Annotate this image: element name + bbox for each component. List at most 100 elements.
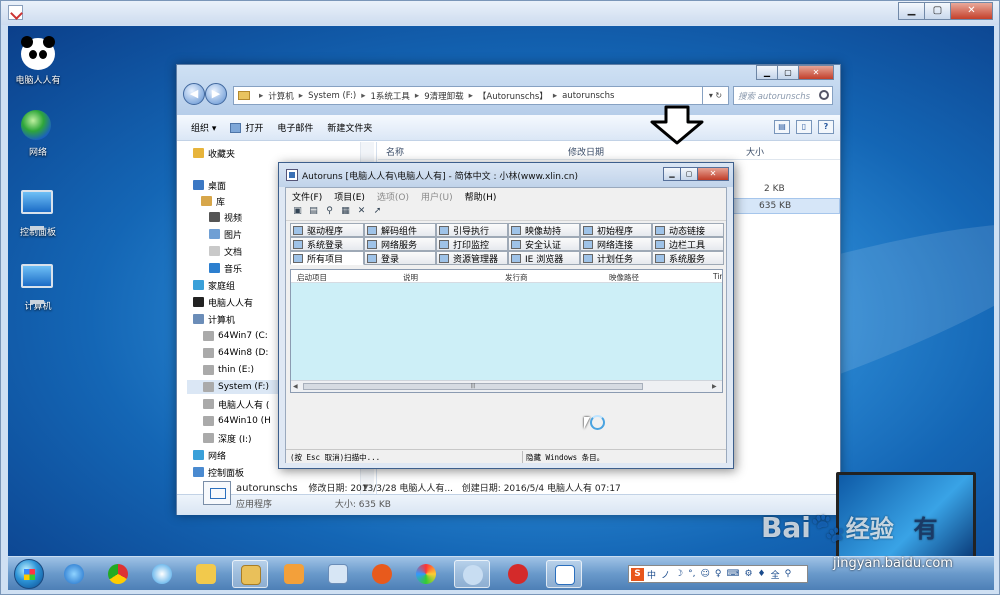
nav-item-user[interactable]: 电脑人人有 <box>193 295 253 309</box>
menu-options[interactable]: 选项(O) <box>371 188 415 203</box>
menu-file[interactable]: 文件(F) <box>286 188 328 203</box>
breadcrumb-computer[interactable]: 计算机 <box>268 90 294 102</box>
menu-entry[interactable]: 项目(E) <box>328 188 371 203</box>
ime-item[interactable]: ☽ <box>675 569 683 579</box>
desktop-icon-control-panel[interactable]: 控制面板 <box>8 190 68 238</box>
nav-item-drive-h[interactable]: 64Win10 (H <box>203 414 271 428</box>
nav-item-drive-g[interactable]: 电脑人人有 ( <box>203 397 269 411</box>
tab-codecs[interactable]: 解码组件 <box>364 223 436 237</box>
header-timestamp[interactable]: Tim <box>713 272 722 281</box>
forward-button[interactable]: ▶ <box>205 83 227 105</box>
search-input[interactable]: 搜索 autorunschs <box>733 86 833 105</box>
taskbar-media[interactable] <box>276 560 312 588</box>
header-autorun-entry[interactable]: 启动项目 <box>297 272 327 283</box>
ime-item[interactable]: ♦ <box>758 569 766 579</box>
nav-item-control-panel[interactable]: 控制面板 <box>193 465 244 479</box>
header-publisher[interactable]: 发行商 <box>505 272 528 283</box>
column-date[interactable]: 修改日期 <box>568 145 604 158</box>
tab-image-hijacks[interactable]: 映像劫持 <box>508 223 580 237</box>
tab-drivers[interactable]: 驱动程序 <box>290 223 364 237</box>
breadcrumb-autorunschs[interactable]: autorunschs <box>562 91 614 101</box>
ime-item[interactable]: 中 <box>647 568 656 581</box>
ime-item[interactable]: ⚲ <box>785 569 792 579</box>
tab-known-dlls[interactable]: 动态链接 <box>652 223 724 237</box>
find-icon[interactable]: ⚲ <box>324 206 335 217</box>
ime-item[interactable]: ⚙ <box>744 569 752 579</box>
back-button[interactable]: ◀ <box>183 83 205 105</box>
copy-icon[interactable]: ▤ <box>308 206 319 217</box>
taskbar-settings[interactable] <box>454 560 490 588</box>
breadcrumb-autorunschs-parent[interactable]: 【Autorunschs】 <box>478 90 548 102</box>
tab-explorer[interactable]: 资源管理器 <box>436 251 508 265</box>
header-image-path[interactable]: 映像路径 <box>609 272 639 283</box>
email-button[interactable]: 电子邮件 <box>277 121 313 134</box>
nav-item-drive-c[interactable]: 64Win7 (C: <box>203 329 268 343</box>
autoruns-maximize-button[interactable]: ▢ <box>680 167 698 181</box>
nav-item-desktop[interactable]: 桌面 <box>193 178 226 192</box>
new-folder-button[interactable]: 新建文件夹 <box>327 121 372 134</box>
nav-item-computer[interactable]: 计算机 <box>193 312 235 326</box>
breadcrumb-system[interactable]: System (F:) <box>308 91 356 101</box>
taskbar-explorer[interactable] <box>232 560 268 588</box>
tab-appinit[interactable]: 初始程序 <box>580 223 652 237</box>
explorer-minimize-button[interactable]: ▁ <box>756 65 778 80</box>
ime-item[interactable]: °, <box>688 569 695 579</box>
ime-item[interactable]: 全 <box>771 568 780 581</box>
menu-user[interactable]: 用户(U) <box>415 188 459 203</box>
column-size[interactable]: 大小 <box>746 145 764 158</box>
desktop-icon-diannao[interactable]: 电脑人人有 <box>8 36 68 86</box>
tab-sidebar-gadgets[interactable]: 边栏工具 <box>652 237 724 251</box>
desktop-icon-network[interactable]: 网络 <box>8 110 68 158</box>
nav-item-network[interactable]: 网络 <box>193 448 226 462</box>
tab-network-providers[interactable]: 网络连接 <box>580 237 652 251</box>
autoruns-minimize-button[interactable]: ▁ <box>663 167 681 181</box>
tab-winsock[interactable]: 网络服务 <box>364 237 436 251</box>
taskbar-autoruns[interactable] <box>546 560 582 588</box>
sogou-icon[interactable]: S <box>631 567 644 581</box>
start-button[interactable] <box>14 559 44 589</box>
address-refresh-button[interactable]: ▾ ↻ <box>703 86 729 105</box>
menu-help[interactable]: 帮助(H) <box>459 188 503 203</box>
nav-item-music[interactable]: 音乐 <box>209 261 242 275</box>
explorer-maximize-button[interactable]: ▢ <box>777 65 799 80</box>
tab-logon[interactable]: 登录 <box>364 251 436 265</box>
ime-item[interactable]: ♀ <box>715 569 722 579</box>
nav-item-drive-d[interactable]: 64Win8 (D: <box>203 346 268 360</box>
taskbar-ie[interactable] <box>56 560 92 588</box>
taskbar-paint[interactable] <box>408 560 444 588</box>
tab-print-monitors[interactable]: 打印监控 <box>436 237 508 251</box>
taskbar-chess[interactable] <box>500 560 536 588</box>
nav-item-drive-i[interactable]: 深度 (I:) <box>203 431 252 445</box>
tab-services[interactable]: 系统服务 <box>652 251 724 265</box>
tab-internet-explorer[interactable]: IE 浏览器 <box>508 251 580 265</box>
nav-item-favorites[interactable]: 收藏夹 <box>193 146 235 160</box>
scroll-thumb[interactable]: ||| <box>303 383 643 390</box>
breadcrumb-tools[interactable]: 1系统工具 <box>370 90 409 102</box>
explorer-close-button[interactable]: ✕ <box>798 65 834 80</box>
taskbar-network[interactable] <box>320 560 356 588</box>
ime-item[interactable]: ⌨ <box>726 569 739 579</box>
properties-icon[interactable]: ▦ <box>340 206 351 217</box>
preview-pane-button[interactable]: ▯ <box>796 120 812 134</box>
tab-scheduled-tasks[interactable]: 计划任务 <box>580 251 652 265</box>
close-button[interactable]: ✕ <box>950 2 993 20</box>
taskbar-folder[interactable] <box>188 560 224 588</box>
view-options-button[interactable]: ▤ <box>774 120 790 134</box>
tab-everything[interactable]: 所有项目 <box>290 251 364 265</box>
breadcrumb-cleanup[interactable]: 9清理卸载 <box>424 90 463 102</box>
help-button[interactable]: ? <box>818 120 834 134</box>
nav-item-documents[interactable]: 文档 <box>209 244 242 258</box>
entries-list[interactable]: 启动项目 说明 发行商 映像路径 Tim ◀ ||| ▶ <box>290 269 723 393</box>
nav-item-homegroup[interactable]: 家庭组 <box>193 278 235 292</box>
tab-boot-execute[interactable]: 引导执行 <box>436 223 508 237</box>
tab-winlogon[interactable]: 系统登录 <box>290 237 364 251</box>
save-icon[interactable]: ▣ <box>292 206 303 217</box>
taskbar-p-app[interactable] <box>364 560 400 588</box>
minimize-button[interactable]: ▁ <box>898 2 925 20</box>
open-button[interactable]: 打开 <box>230 121 263 134</box>
ime-item[interactable]: ノ <box>661 568 670 581</box>
taskbar-chrome[interactable] <box>100 560 136 588</box>
horizontal-scrollbar[interactable]: ◀ ||| ▶ <box>291 380 722 392</box>
header-description[interactable]: 说明 <box>403 272 418 283</box>
nav-item-pictures[interactable]: 图片 <box>209 227 242 241</box>
